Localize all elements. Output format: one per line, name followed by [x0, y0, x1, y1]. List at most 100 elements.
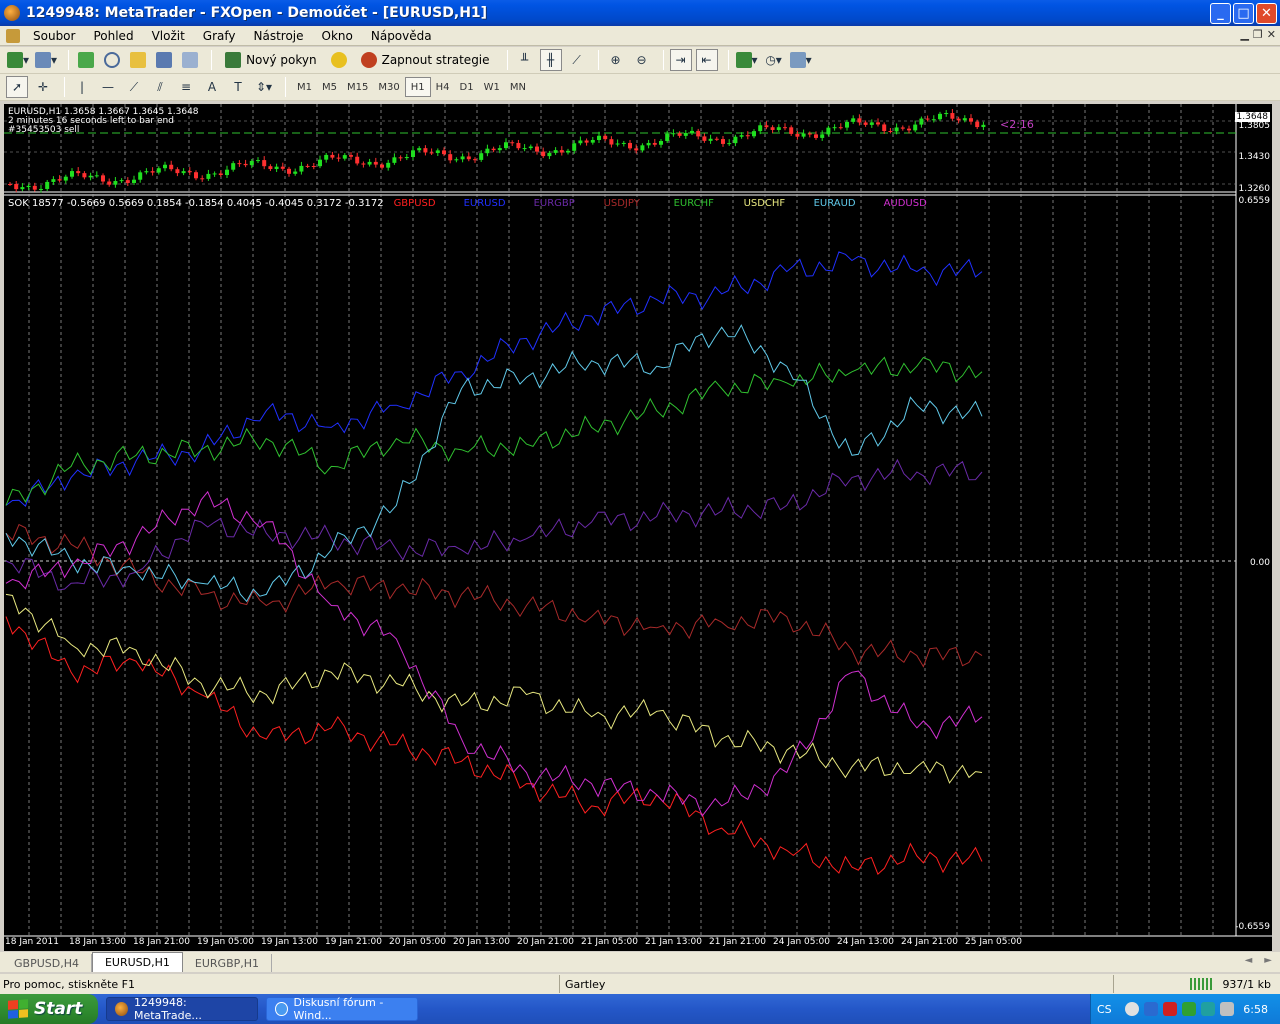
task-metatrader[interactable]: 1249948: MetaTrade...: [106, 996, 258, 1022]
chart-svg: [4, 104, 1272, 937]
candle-body: [882, 124, 887, 131]
new-chart-button[interactable]: ▾: [6, 49, 30, 71]
candle-body: [975, 121, 980, 128]
candle-body: [243, 163, 248, 166]
fibonacci-icon[interactable]: ≡: [175, 76, 197, 98]
minimize-button[interactable]: _: [1210, 3, 1231, 24]
candle-body: [119, 180, 124, 182]
crosshair-icon[interactable]: ✛: [32, 76, 54, 98]
metaeditor-icon[interactable]: [328, 49, 350, 71]
trendline-icon[interactable]: ⟋: [123, 76, 145, 98]
task-metatrader-label: 1249948: MetaTrade...: [133, 996, 202, 1022]
close-button[interactable]: ✕: [1256, 3, 1277, 24]
tab-eurusd-h1[interactable]: EURUSD,H1: [91, 952, 183, 972]
language-indicator[interactable]: CS: [1097, 1003, 1112, 1016]
indicators-icon[interactable]: ▾: [735, 49, 759, 71]
crosshair-nav-icon[interactable]: [101, 49, 123, 71]
timeframe-h1[interactable]: H1: [404, 77, 431, 97]
x-tick-label: 20 Jan 05:00: [389, 937, 446, 947]
timeframe-m15[interactable]: M15: [342, 77, 373, 97]
candle-body: [107, 181, 112, 185]
candle-body: [535, 146, 539, 152]
equidistant-channel-icon[interactable]: ⫽: [149, 76, 171, 98]
candle-body: [361, 163, 366, 165]
menu-grafy[interactable]: Grafy: [194, 29, 245, 43]
candle-body: [776, 127, 781, 130]
candle-body: [609, 139, 614, 145]
menu-napoveda[interactable]: Nápověda: [362, 29, 441, 43]
tray-expand-icon[interactable]: [1124, 1002, 1139, 1016]
candlestick-chart-icon[interactable]: ╫: [539, 49, 562, 71]
tester-icon[interactable]: [179, 49, 201, 71]
candle-body: [851, 118, 856, 122]
menu-okno[interactable]: Okno: [313, 29, 362, 43]
zoom-out-icon[interactable]: ⊖: [631, 49, 653, 71]
series-line-audusd: [5, 490, 983, 818]
tray-security-icon[interactable]: [1162, 1002, 1177, 1016]
candle-body: [876, 122, 880, 125]
mdi-close-button[interactable]: ✕: [1267, 28, 1276, 41]
legend-eurusd: EURUSD: [463, 198, 506, 209]
tab-gbpusd-h4[interactable]: GBPUSD,H4: [2, 954, 92, 972]
series-line-usdchf: [5, 593, 983, 784]
zoom-in-icon[interactable]: ⊕: [605, 49, 627, 71]
candle-body: [931, 119, 936, 121]
enable-strategies-button[interactable]: Zapnout strategie: [354, 49, 497, 71]
mdi-restore-button[interactable]: ❐: [1253, 28, 1263, 41]
maximize-button[interactable]: □: [1233, 3, 1254, 24]
candle-body: [386, 162, 391, 168]
periods-clock-icon[interactable]: ◷▾: [763, 49, 785, 71]
tab-eurgbp-h1[interactable]: EURGBP,H1: [183, 954, 273, 972]
tray-update-icon[interactable]: [1200, 1002, 1215, 1016]
tray-antivirus-icon[interactable]: [1181, 1002, 1196, 1016]
new-order-button[interactable]: Nový pokyn: [218, 49, 324, 71]
timeframe-mn[interactable]: MN: [505, 77, 531, 97]
cursor-arrow-icon[interactable]: ➚: [6, 76, 28, 98]
menu-nastroje[interactable]: Nástroje: [245, 29, 313, 43]
market-watch-icon[interactable]: [75, 49, 97, 71]
tab-scroll-right-icon[interactable]: ►: [1264, 955, 1272, 966]
x-tick-label: 19 Jan 13:00: [261, 937, 318, 947]
profiles-button[interactable]: ▾: [34, 49, 58, 71]
candle-body: [206, 173, 211, 179]
tab-scroll-left-icon[interactable]: ◄: [1245, 955, 1253, 966]
candle-body: [138, 172, 143, 180]
candle-body: [398, 157, 403, 159]
candle-body: [373, 161, 378, 165]
favorites-star-icon[interactable]: [127, 49, 149, 71]
candle-body: [683, 133, 688, 136]
x-tick-label: 25 Jan 05:00: [965, 937, 1022, 947]
bar-chart-icon[interactable]: ╨: [514, 49, 536, 71]
terminal-icon[interactable]: [153, 49, 175, 71]
templates-icon[interactable]: ▾: [789, 49, 813, 71]
text-label-icon[interactable]: T: [227, 76, 249, 98]
tray-network-icon[interactable]: [1143, 1002, 1158, 1016]
mdi-minimize-button[interactable]: ▁: [1240, 28, 1248, 41]
x-tick-label: 18 Jan 2011: [5, 937, 59, 947]
timeframe-w1[interactable]: W1: [479, 77, 505, 97]
tray-volume-icon[interactable]: [1219, 1002, 1234, 1016]
timeframe-h4[interactable]: H4: [431, 77, 455, 97]
timeframe-d1[interactable]: D1: [455, 77, 479, 97]
text-icon[interactable]: A: [201, 76, 223, 98]
chart-shift-icon[interactable]: ⇤: [695, 49, 718, 71]
connection-status-icon: [1190, 978, 1213, 990]
task-browser[interactable]: Diskusní fórum - Wind...: [266, 996, 418, 1022]
line-chart-icon[interactable]: ⟋: [566, 49, 588, 71]
menu-soubor[interactable]: Soubor: [24, 29, 84, 43]
task-browser-label: Diskusní fórum - Wind...: [293, 996, 384, 1022]
auto-scroll-icon[interactable]: ⇥: [669, 49, 692, 71]
menu-pohled[interactable]: Pohled: [84, 29, 142, 43]
chart-canvas[interactable]: EURUSD,H1 1.3658 1.3667 1.3645 1.3648 2 …: [4, 104, 1272, 951]
menu-vlozit[interactable]: Vložit: [143, 29, 194, 43]
timeframe-m1[interactable]: M1: [292, 77, 317, 97]
indicator-values: SOK 18577 -0.5669 0.5669 0.1854 -0.1854 …: [8, 198, 384, 209]
horizontal-line-icon[interactable]: —: [97, 76, 119, 98]
timeframe-m5[interactable]: M5: [317, 77, 342, 97]
start-button[interactable]: Start: [0, 994, 98, 1024]
candle-body: [956, 118, 961, 121]
arrows-icon[interactable]: ⇕▾: [253, 76, 275, 98]
timeframe-m30[interactable]: M30: [373, 77, 404, 97]
candle-body: [615, 143, 620, 145]
vertical-line-icon[interactable]: |: [71, 76, 93, 98]
